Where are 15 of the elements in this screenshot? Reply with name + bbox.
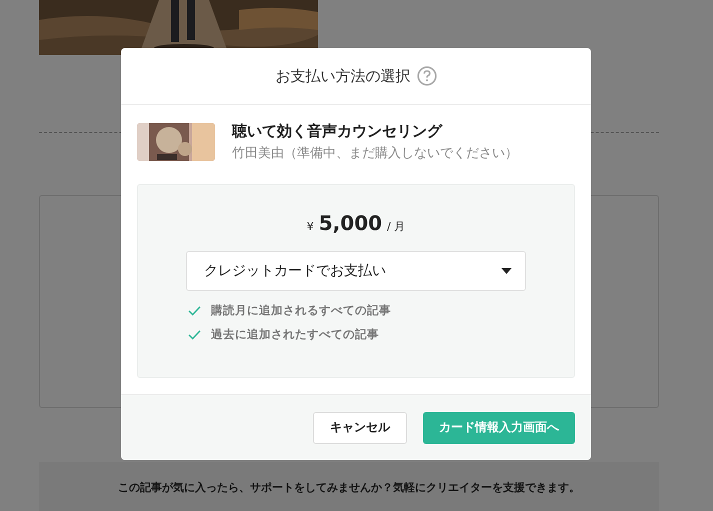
- checkmark-icon: [188, 330, 201, 340]
- feature-text: 購読月に追加されるすべての記事: [211, 303, 391, 318]
- checkmark-icon: [188, 306, 201, 316]
- support-message: この記事が気に入ったら、サポートをしてみませんか？気軽にクリエイターを支援できます。: [118, 480, 580, 496]
- caret-icon: [501, 268, 512, 274]
- dialog-title: お支払い方法の選択: [276, 66, 410, 86]
- feature-text: 過去に追加されたすべての記事: [211, 327, 379, 342]
- price-amount: 5,000: [318, 211, 382, 235]
- author-name: 竹田美由（準備中、まだ購入しないでください）: [232, 145, 518, 162]
- currency-symbol: ¥: [306, 220, 314, 233]
- payment-method-dropdown[interactable]: クレジットカードでお支払い: [186, 251, 526, 291]
- cancel-button[interactable]: キャンセル: [313, 412, 407, 444]
- help-icon[interactable]: [416, 66, 436, 86]
- product-title: 聴いて効く音声カウンセリング: [232, 122, 444, 141]
- price-unit: / 月: [387, 219, 406, 234]
